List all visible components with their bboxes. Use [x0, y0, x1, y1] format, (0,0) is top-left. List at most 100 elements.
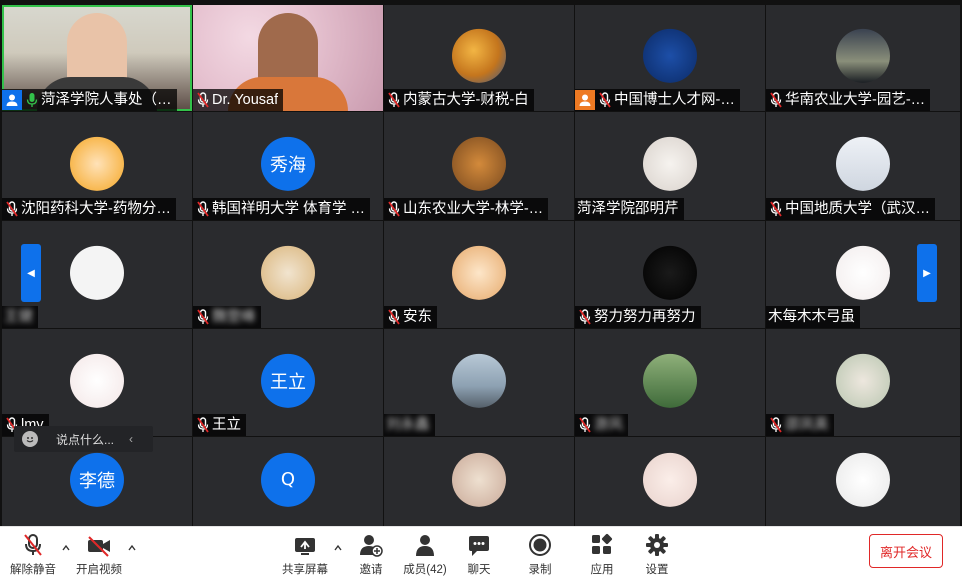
- participant-name: 内蒙古大学-财税-白: [403, 92, 529, 108]
- invite-label: 邀请: [359, 564, 383, 576]
- avatar: [452, 353, 506, 408]
- participant-tile[interactable]: 王立 王立: [193, 329, 383, 436]
- participant-tile[interactable]: 刘永鑫: [384, 329, 574, 436]
- participant-tile[interactable]: Q: [193, 437, 383, 526]
- name-label: 中国地质大学（武汉…: [766, 198, 935, 220]
- settings-button[interactable]: 设置: [627, 531, 687, 577]
- record-button[interactable]: 录制: [510, 531, 570, 577]
- avatar: 王立: [261, 353, 315, 408]
- gear-icon: [645, 531, 669, 557]
- participant-tile[interactable]: 内蒙古大学-财税-白: [384, 5, 574, 111]
- emoji-icon[interactable]: [22, 431, 38, 447]
- quick-chat-box[interactable]: 说点什么... ‹: [14, 426, 153, 452]
- start-video-label: 开启视频: [76, 564, 122, 576]
- unmute-label: 解除静音: [10, 564, 56, 576]
- next-page-button[interactable]: ▶: [917, 244, 937, 302]
- unmute-button[interactable]: 解除静音: [3, 531, 63, 577]
- participant-tile[interactable]: [575, 437, 765, 526]
- participant-tile[interactable]: 山东农业大学-林学-…: [384, 112, 574, 220]
- host-icon: [2, 90, 22, 110]
- participant-name: 魏登峰: [212, 309, 256, 325]
- participant-tile[interactable]: 安东: [384, 221, 574, 328]
- mic-muted-icon: [769, 201, 783, 217]
- name-label: 木每木木弓虽: [766, 306, 860, 328]
- participants-button[interactable]: 成员(42): [395, 531, 455, 577]
- participant-name: 菏泽学院邵明芹: [577, 201, 679, 217]
- avatar: [70, 245, 124, 300]
- name-label: 菏泽学院人事处（…: [2, 89, 177, 111]
- avatar: 秀海: [261, 136, 315, 191]
- previous-page-button[interactable]: ◀: [21, 244, 41, 302]
- leave-meeting-button[interactable]: 离开会议: [869, 534, 943, 568]
- share-screen-button[interactable]: 共享屏幕: [275, 531, 335, 577]
- apps-label: 应用: [590, 564, 614, 576]
- participant-tile[interactable]: 魏登峰: [193, 221, 383, 328]
- avatar: 李德: [70, 452, 124, 507]
- video-off-icon: [86, 531, 112, 557]
- mic-on-icon: [25, 92, 39, 108]
- participant-tile[interactable]: 秀海韩国祥明大学 体育学 …: [193, 112, 383, 220]
- chat-placeholder[interactable]: 说点什么...: [56, 431, 114, 448]
- avatar: [643, 245, 697, 300]
- avatar: [836, 136, 890, 191]
- start-video-button[interactable]: 开启视频: [69, 531, 129, 577]
- participant-tile[interactable]: 邵凤英: [766, 329, 960, 436]
- mic-muted-icon: [598, 92, 612, 108]
- participant-tile[interactable]: 菏泽学院邵明芹: [575, 112, 765, 220]
- name-label: 邵凤英: [766, 414, 834, 436]
- participant-tile[interactable]: lmy: [2, 329, 192, 436]
- share-screen-icon: [293, 531, 317, 557]
- chat-button[interactable]: 聊天: [449, 531, 509, 577]
- camera-video: [258, 13, 318, 87]
- apps-button[interactable]: 应用: [572, 531, 632, 577]
- mic-muted-icon: [387, 92, 401, 108]
- invite-button[interactable]: 邀请: [341, 531, 401, 577]
- video-options-chevron-icon[interactable]: [127, 543, 137, 553]
- name-label: 韩国祥明大学 体育学 …: [193, 198, 371, 220]
- avatar: Q: [261, 452, 315, 507]
- name-label: 魏登峰: [193, 306, 261, 328]
- collapse-chevron-icon[interactable]: ‹: [129, 432, 133, 446]
- participant-name: 努力努力再努力: [594, 309, 696, 325]
- participant-name: 韩国祥明大学 体育学 …: [212, 201, 366, 217]
- participant-tile[interactable]: Dr. Yousaf: [193, 5, 383, 111]
- mic-muted-icon: [769, 417, 783, 433]
- participant-tile[interactable]: 沈阳药科大学-药物分…: [2, 112, 192, 220]
- name-label: 菏泽学院邵明芹: [575, 198, 684, 220]
- settings-label: 设置: [645, 564, 669, 576]
- avatar: [261, 245, 315, 300]
- participant-tile[interactable]: 中国地质大学（武汉…: [766, 112, 960, 220]
- meeting-toolbar: 解除静音 开启视频 共享屏幕 邀请 成员(42) 聊天 录制 应用 设置 离开会…: [0, 526, 962, 581]
- name-label: 中国博士人才网-…: [575, 89, 740, 111]
- name-label: 华南农业大学-园艺-…: [766, 89, 931, 111]
- participants-label: 成员(42): [403, 564, 447, 576]
- name-label: 王立: [193, 414, 246, 436]
- avatar: [836, 452, 890, 507]
- participant-name: 刘永鑫: [386, 417, 430, 433]
- participant-tile[interactable]: 华南农业大学-园艺-…: [766, 5, 960, 111]
- participants-icon: [413, 531, 437, 557]
- avatar: [70, 136, 124, 191]
- participant-tile[interactable]: 游风: [575, 329, 765, 436]
- mic-muted-icon: [196, 201, 210, 217]
- name-label: 内蒙古大学-财税-白: [384, 89, 534, 111]
- avatar: [452, 28, 506, 83]
- participant-tile[interactable]: [384, 437, 574, 526]
- name-label: 刘永鑫: [384, 414, 435, 436]
- participant-tile[interactable]: 努力努力再努力: [575, 221, 765, 328]
- avatar: [452, 245, 506, 300]
- mic-muted-icon: [578, 417, 592, 433]
- participant-tile[interactable]: [766, 437, 960, 526]
- participant-name: 菏泽学院人事处（…: [41, 92, 172, 108]
- participant-name: 华南农业大学-园艺-…: [785, 92, 926, 108]
- participant-tile[interactable]: 中国博士人才网-…: [575, 5, 765, 111]
- mic-muted-icon: [387, 201, 401, 217]
- add-user-icon: [359, 531, 383, 557]
- participant-name: 邵凤英: [785, 417, 829, 433]
- avatar: [643, 136, 697, 191]
- participant-name: Dr. Yousaf: [212, 92, 279, 108]
- participant-name: 安东: [403, 309, 432, 325]
- mic-muted-icon: [5, 201, 19, 217]
- participant-tile[interactable]: 菏泽学院人事处（…: [2, 5, 192, 111]
- name-label: 努力努力再努力: [575, 306, 701, 328]
